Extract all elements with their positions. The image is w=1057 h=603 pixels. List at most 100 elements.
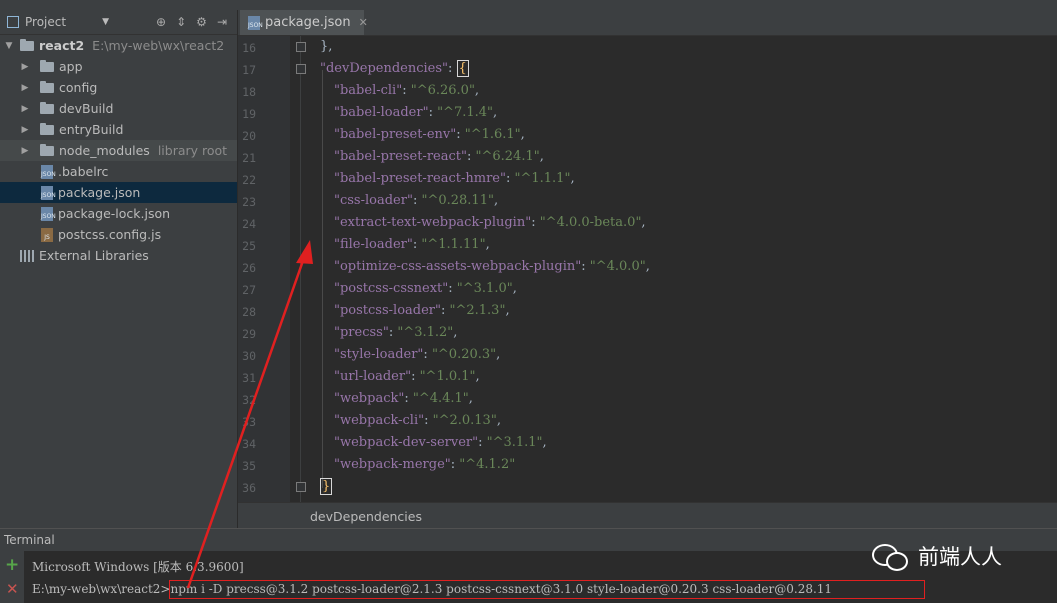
file-label: package.json — [58, 185, 141, 200]
breadcrumb-item[interactable]: devDependencies — [310, 509, 422, 524]
watermark: 前端人人 — [872, 541, 1002, 571]
code-line: "postcss-loader": "^2.1.3", — [334, 303, 510, 318]
json-file-icon: JSON — [41, 185, 56, 200]
folder-label: app — [59, 59, 83, 74]
add-terminal-icon[interactable]: + — [5, 555, 19, 575]
code-line: "file-loader": "^1.1.11", — [334, 237, 490, 252]
code-line: "devDependencies": { — [320, 60, 469, 77]
folder-icon — [40, 101, 54, 114]
json-file-icon: JSON — [41, 206, 56, 221]
code-line: "webpack-cli": "^2.0.13", — [334, 413, 501, 428]
terminal-toolbar: + ✕ — [0, 551, 24, 603]
tree-external-libraries[interactable]: External Libraries — [0, 245, 237, 266]
chevron-right-icon[interactable]: ▶ — [20, 104, 30, 114]
wechat-icon — [872, 542, 908, 571]
code-line: "babel-loader": "^7.1.4", — [334, 105, 498, 120]
code-line: "webpack": "^4.4.1", — [334, 391, 473, 406]
line-number: 29 — [242, 327, 256, 341]
code-editor[interactable]: 16}, 17 "devDependencies": {18 "babel-cli":… — [238, 36, 1057, 502]
chevron-right-icon[interactable]: ▶ — [20, 125, 30, 135]
breadcrumb[interactable]: devDependencies — [238, 502, 1057, 529]
tree-folder-app[interactable]: ▶ app — [0, 56, 237, 77]
tree-folder-entrybuild[interactable]: ▶ entryBuild — [0, 119, 237, 140]
folder-icon — [40, 80, 54, 93]
js-file-icon: JS — [41, 227, 53, 242]
line-number: 22 — [242, 173, 256, 187]
terminal-line: Microsoft Windows [版本 6.3.9600] — [32, 560, 244, 574]
tree-folder-config[interactable]: ▶ config — [0, 77, 237, 98]
chevron-down-icon[interactable]: ▼ — [4, 41, 14, 51]
root-path: E:\my-web\wx\react2 — [92, 38, 225, 53]
code-line: "webpack-merge": "^4.1.2" — [334, 457, 516, 472]
code-line: "extract-text-webpack-plugin": "^4.0.0-b… — [334, 215, 646, 230]
file-label: .babelrc — [58, 164, 109, 179]
terminal-prompt: E:\my-web\wx\react2> — [32, 582, 171, 596]
tab-package-json[interactable]: JSON package.json ✕ — [240, 10, 368, 35]
line-number: 30 — [242, 349, 256, 363]
folder-label: entryBuild — [59, 122, 124, 137]
line-number: 23 — [242, 195, 256, 209]
code-line: "babel-preset-react": "^6.24.1", — [334, 149, 544, 164]
json-file-icon: JSON — [41, 164, 56, 179]
code-line: "babel-preset-env": "^1.6.1", — [334, 127, 525, 142]
watermark-text: 前端人人 — [918, 545, 1002, 569]
folder-icon — [40, 122, 54, 135]
fold-marker-icon[interactable] — [296, 42, 306, 52]
tree-file-postcss-config[interactable]: JS postcss.config.js — [0, 224, 237, 245]
line-number: 32 — [242, 393, 256, 407]
gear-icon[interactable]: ⚙ — [196, 15, 207, 29]
tree-root[interactable]: ▼ react2 E:\my-web\wx\react2 — [0, 35, 237, 56]
line-number: 26 — [242, 261, 256, 275]
locate-icon[interactable]: ⊕ — [156, 15, 166, 29]
line-number: 35 — [242, 459, 256, 473]
project-tree: ▼ react2 E:\my-web\wx\react2 ▶ app ▶ con… — [0, 35, 237, 266]
editor-tabs: JSON package.json ✕ — [238, 10, 1057, 36]
chevron-right-icon[interactable]: ▶ — [20, 62, 30, 72]
chevron-down-icon[interactable]: ▼ — [102, 17, 109, 27]
chevron-right-icon[interactable]: ▶ — [20, 83, 30, 93]
terminal-title: Terminal — [4, 533, 55, 547]
close-terminal-icon[interactable]: ✕ — [6, 580, 19, 598]
code-line: }, — [320, 39, 333, 54]
code-line: "webpack-dev-server": "^3.1.1", — [334, 435, 547, 450]
line-number: 18 — [242, 85, 256, 99]
collapse-icon[interactable]: ⇕ — [176, 15, 186, 29]
line-number: 36 — [242, 481, 256, 495]
line-number: 24 — [242, 217, 256, 231]
project-panel: Project ▼ ⊕ ⇕ ⚙ ⇥ ▼ react2 E:\my-web\wx\… — [0, 10, 238, 528]
project-icon — [7, 16, 19, 28]
tree-folder-devbuild[interactable]: ▶ devBuild — [0, 98, 237, 119]
folder-label: devBuild — [59, 101, 114, 116]
code-line: "precss": "^3.1.2", — [334, 325, 458, 340]
folder-label: node_modules — [59, 143, 150, 158]
line-number: 31 — [242, 371, 256, 385]
project-panel-title: Project — [25, 15, 67, 29]
tree-folder-node-modules[interactable]: ▶ node_modules library root — [0, 140, 237, 161]
project-panel-header[interactable]: Project ▼ ⊕ ⇕ ⚙ ⇥ — [0, 10, 237, 35]
folder-icon — [20, 38, 34, 51]
gutter-separator — [300, 36, 301, 502]
close-icon[interactable]: ✕ — [359, 16, 368, 29]
library-root-note: library root — [157, 143, 228, 158]
external-label: External Libraries — [39, 248, 149, 263]
line-number: 34 — [242, 437, 256, 451]
line-number: 25 — [242, 239, 256, 253]
code-line: "style-loader": "^0.20.3", — [334, 347, 501, 362]
folder-label: config — [59, 80, 98, 95]
line-number: 21 — [242, 151, 256, 165]
tree-file-package-json[interactable]: JSON package.json — [0, 182, 237, 203]
code-line: } — [320, 478, 333, 495]
code-line: "css-loader": "^0.28.11", — [334, 193, 499, 208]
indent-guide — [322, 70, 323, 488]
line-number: 27 — [242, 283, 256, 297]
chevron-right-icon[interactable]: ▶ — [20, 146, 30, 156]
folder-icon — [40, 143, 54, 156]
code-line: "babel-cli": "^6.26.0", — [334, 83, 480, 98]
tree-file-package-lock[interactable]: JSON package-lock.json — [0, 203, 237, 224]
fold-marker-icon[interactable] — [296, 482, 306, 492]
code-line: "optimize-css-assets-webpack-plugin": "^… — [334, 259, 650, 274]
hide-icon[interactable]: ⇥ — [217, 15, 227, 29]
tree-file-babelrc[interactable]: JSON .babelrc — [0, 161, 237, 182]
line-number: 19 — [242, 107, 256, 121]
fold-marker-icon[interactable] — [296, 64, 306, 74]
